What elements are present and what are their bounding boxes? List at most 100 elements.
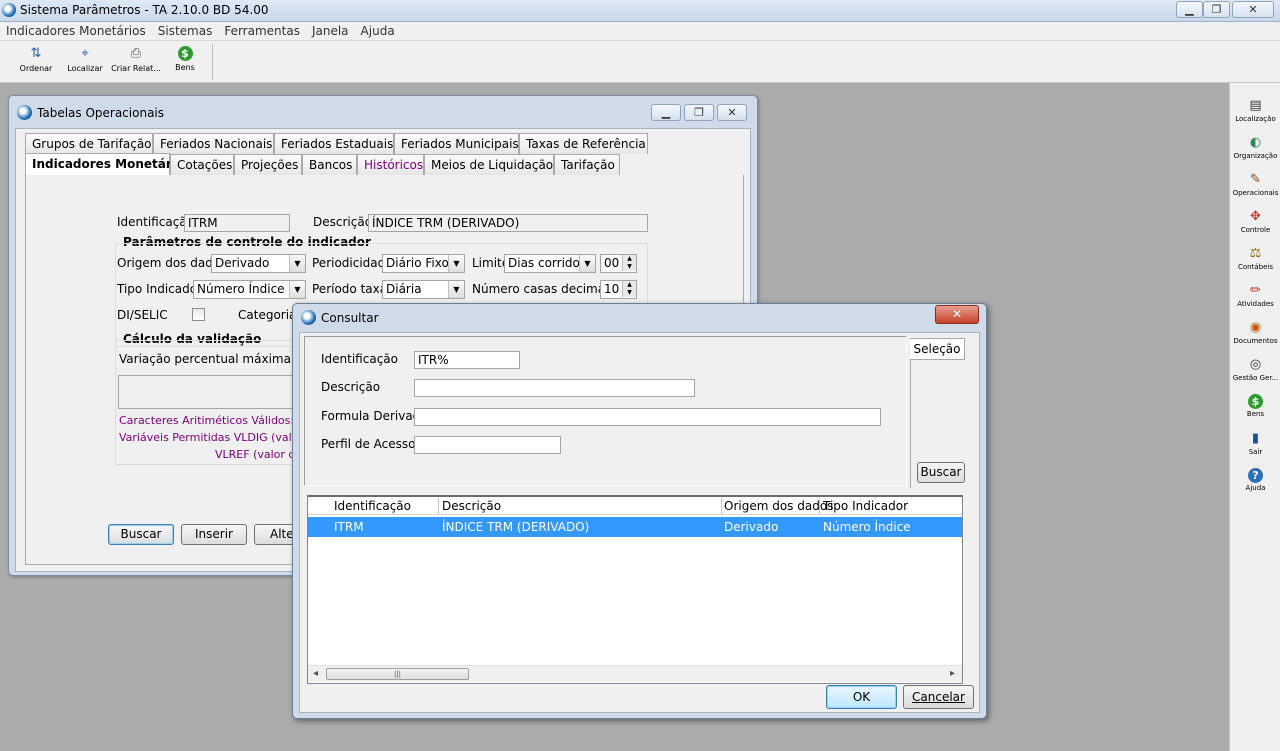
title-bar: Sistema Parâmetros - TA 2.10.0 BD 54.00 … — [0, 0, 1280, 22]
bens-label: Bens — [175, 63, 195, 72]
perfil-acesso-input[interactable] — [414, 436, 561, 454]
col-header-descricao[interactable]: Descrição — [442, 499, 501, 513]
menu-ferramentas[interactable]: Ferramentas — [218, 22, 306, 38]
tab-feriados-nacionais[interactable]: Feriados Nacionais — [153, 133, 274, 154]
bens-button[interactable]: $ Bens — [162, 46, 208, 80]
diselic-label: DI/SELIC — [117, 308, 168, 322]
criar-relatorio-button[interactable]: ⎙ Criar Relat... — [111, 46, 161, 80]
sidebar-item-ajuda[interactable]: ? Ajuda — [1230, 465, 1280, 502]
caracteres-validos-text: Caracteres Aritiméticos Válidos: ( ) — [119, 414, 310, 427]
inserir-button[interactable]: Inserir — [181, 524, 247, 545]
scroll-thumb[interactable]: ||| — [326, 668, 469, 680]
limite-select[interactable]: Dias corridos ▼ — [504, 254, 596, 273]
tab-projecoes[interactable]: Projeções — [234, 154, 302, 175]
eye-icon: ◎ — [1249, 357, 1262, 372]
identificacao-field[interactable]: ITRM — [184, 214, 290, 232]
consultar-content: Identificação ITR% Descrição Formula Der… — [299, 332, 980, 713]
ordenar-label: Ordenar — [19, 64, 53, 73]
col-header-identificacao[interactable]: Identificação — [334, 499, 411, 513]
menu-indicadores-monetarios[interactable]: Indicadores Monetários — [0, 22, 152, 38]
tab-bancos[interactable]: Bancos — [302, 154, 357, 175]
chevron-down-icon: ▼ — [448, 255, 464, 272]
consultar-descricao-input[interactable] — [414, 379, 695, 397]
minimize-button[interactable]: ▁ — [1176, 1, 1203, 18]
formula-derivada-input[interactable] — [414, 408, 881, 426]
descricao-field[interactable]: ÍNDICE TRM (DERIVADO) — [368, 214, 648, 232]
casas-decimais-stepper[interactable]: 10 ▲ ▼ — [600, 280, 637, 299]
tipo-indicador-label: Tipo Indicador — [117, 282, 203, 296]
periodicidade-select[interactable]: Diário Fixo ▼ — [382, 254, 465, 273]
limite-stepper[interactable]: 00 ▲ ▼ — [600, 254, 637, 273]
table-row[interactable]: ITRM ÍNDICE TRM (DERIVADO) Derivado Núme… — [308, 517, 962, 537]
dialog-close-button[interactable]: ✕ — [935, 305, 979, 324]
tab-indicadores-monetarios[interactable]: Indicadores Monetários — [25, 153, 191, 176]
window-minimize-button[interactable]: ▁ — [651, 104, 681, 121]
menu-sistemas[interactable]: Sistemas — [152, 22, 219, 38]
tipo-indicador-select[interactable]: Número Índice ▼ — [193, 280, 306, 299]
sidebar-label: Operacionais — [1232, 189, 1279, 197]
periodo-taxa-select[interactable]: Diária ▼ — [382, 280, 465, 299]
tab-grupos-tarifacao[interactable]: Grupos de Tarifação — [25, 133, 153, 154]
cell-identificacao: ITRM — [334, 520, 364, 534]
sidebar-item-contabeis[interactable]: ⚖ Contábeis — [1230, 243, 1280, 280]
chevron-down-icon: ▼ — [289, 281, 305, 298]
cell-origem: Derivado — [724, 520, 779, 534]
tab-meios-liquidacao[interactable]: Meios de Liquidação — [424, 154, 554, 175]
sidebar-item-sair[interactable]: ▮ Sair — [1230, 428, 1280, 465]
menu-ajuda[interactable]: Ajuda — [355, 22, 401, 38]
chevron-down-icon: ▼ — [289, 255, 305, 272]
sidebar-item-bens[interactable]: $ Bens — [1230, 391, 1280, 428]
tab-taxas-referencia[interactable]: Taxas de Referência — [519, 133, 648, 154]
sidebar-label: Sair — [1248, 448, 1263, 456]
menu-janela[interactable]: Janela — [306, 22, 355, 38]
ok-button[interactable]: OK — [826, 685, 897, 709]
consultar-dialog: Consultar ✕ Identificação ITR% Descrição… — [292, 303, 987, 719]
scroll-right-icon[interactable]: ▸ — [950, 668, 955, 679]
consultar-identificacao-input[interactable]: ITR% — [414, 351, 520, 369]
origem-select[interactable]: Derivado ▼ — [211, 254, 306, 273]
consultar-identificacao-label: Identificação — [321, 352, 398, 366]
periodicidade-label: Periodicidade — [312, 256, 393, 270]
tab-cotacoes[interactable]: Cotações — [170, 154, 234, 175]
close-button[interactable]: ✕ — [1232, 1, 1274, 18]
spin-down-icon[interactable]: ▼ — [622, 289, 636, 297]
right-sidebar: ▤ Localização ◐ Organização ✎ Operaciona… — [1229, 83, 1280, 751]
tab-historicos[interactable]: Históricos — [357, 154, 424, 175]
tab-tarifacao[interactable]: Tarifação — [554, 154, 620, 175]
window-title: Tabelas Operacionais — [37, 106, 165, 120]
buscar-button[interactable]: Buscar — [108, 524, 174, 545]
spin-up-icon[interactable]: ▲ — [622, 255, 636, 263]
sidebar-item-documentos[interactable]: ◉ Documentos — [1230, 317, 1280, 354]
tab-feriados-municipais[interactable]: Feriados Municipais — [394, 133, 519, 154]
window-restore-button[interactable]: ❐ — [684, 104, 714, 121]
selecao-tab[interactable]: Seleção — [910, 338, 965, 360]
diselic-checkbox[interactable] — [192, 308, 205, 321]
col-header-origem[interactable]: Origem dos dados — [724, 499, 833, 513]
sidebar-item-gestao[interactable]: ◎ Gestão Ger... — [1230, 354, 1280, 391]
vlref-text: VLREF (valor da — [215, 448, 303, 461]
scroll-left-icon[interactable]: ◂ — [313, 668, 318, 679]
sidebar-item-controle[interactable]: ✥ Controle — [1230, 206, 1280, 243]
window-logo-icon — [17, 105, 32, 120]
sidebar-item-localizacao[interactable]: ▤ Localização — [1230, 95, 1280, 132]
periodo-taxa-label: Período taxa — [312, 282, 388, 296]
sidebar-item-operacionais[interactable]: ✎ Operacionais — [1230, 169, 1280, 206]
print-icon: ⎙ — [130, 46, 142, 61]
sort-icon: ⇅ — [30, 46, 42, 61]
sidebar-label: Gestão Ger... — [1232, 374, 1279, 382]
ordenar-button[interactable]: ⇅ Ordenar — [13, 46, 59, 80]
app-logo-icon — [2, 3, 16, 17]
window-close-button[interactable]: ✕ — [717, 104, 747, 121]
exit-icon: ▮ — [1251, 431, 1260, 446]
sidebar-item-atividades[interactable]: ✏ Atividades — [1230, 280, 1280, 317]
horizontal-scrollbar[interactable]: ◂ ||| ▸ — [308, 665, 962, 682]
sidebar-item-organizacao[interactable]: ◐ Organização — [1230, 132, 1280, 169]
restore-button[interactable]: ❐ — [1203, 1, 1230, 18]
localizar-button[interactable]: ⌖ Localizar — [62, 46, 108, 80]
consultar-buscar-button[interactable]: Buscar — [917, 462, 965, 483]
col-header-tipo-indicador[interactable]: Tipo Indicador — [823, 499, 908, 513]
spin-up-icon[interactable]: ▲ — [622, 281, 636, 289]
cancelar-button[interactable]: Cancelar — [903, 685, 974, 709]
tab-feriados-estaduais[interactable]: Feriados Estaduais — [274, 133, 394, 154]
spin-down-icon[interactable]: ▼ — [622, 263, 636, 271]
